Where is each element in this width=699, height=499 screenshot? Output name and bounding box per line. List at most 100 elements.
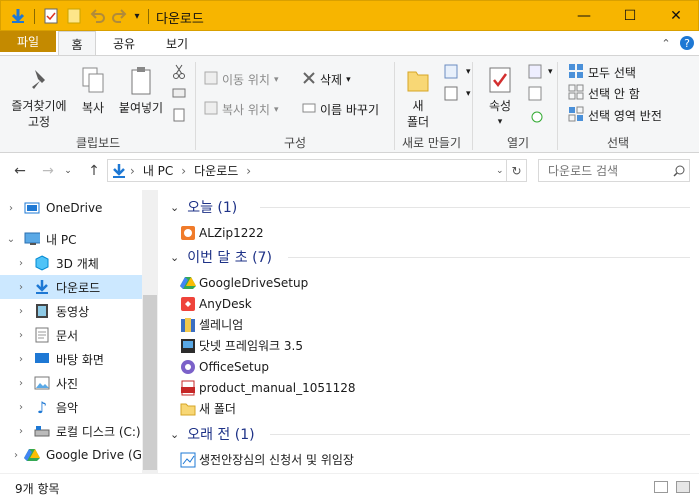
nav-item-music[interactable]: › ♪ 음악: [4, 395, 142, 419]
file-item[interactable]: GoogleDriveSetup: [180, 272, 308, 293]
breadcrumb-this-pc[interactable]: 내 PC: [143, 162, 173, 179]
file-item[interactable]: 닷넷 프레임워크 3.5: [180, 335, 303, 356]
new-folder-icon[interactable]: [64, 6, 84, 26]
address-bar[interactable]: › 내 PC › 다운로드 › ⌄ ↻: [107, 159, 527, 182]
edit-icon[interactable]: [528, 86, 544, 102]
invert-selection-label: 선택 영역 반전: [588, 109, 662, 123]
redo-icon[interactable]: [109, 6, 129, 26]
file-name: product_manual_1051128: [199, 380, 356, 395]
select-all-button[interactable]: 모두 선택: [568, 63, 636, 82]
copy-to-label: 복사 위치: [222, 103, 270, 117]
open-icon[interactable]: ▾: [528, 64, 553, 80]
download-icon: [112, 163, 126, 179]
title-bar: ▾ 다운로드 — ☐ ✕: [0, 0, 699, 31]
tab-file[interactable]: 파일: [0, 31, 56, 52]
music-icon: ♪: [36, 397, 48, 417]
paste-shortcut-icon[interactable]: [172, 108, 186, 122]
document-icon: [34, 327, 50, 343]
nav-item-google-drive[interactable]: › Google Drive (G:: [4, 443, 146, 467]
nav-item-pictures[interactable]: › 사진: [4, 371, 142, 395]
chevron-right-icon: ›: [19, 401, 23, 413]
nav-item-local-disk[interactable]: › 로컬 디스크 (C:): [4, 419, 142, 443]
group-header-long-ago[interactable]: ⌄ 오래 전 (1): [170, 423, 255, 445]
collapse-ribbon-icon[interactable]: ⌃: [658, 31, 674, 55]
properties-icon[interactable]: [41, 6, 61, 26]
folder-icon: [180, 401, 196, 417]
nav-item-3d-objects[interactable]: › 3D 개체: [4, 251, 142, 275]
chevron-down-icon: ⌄: [64, 166, 72, 176]
file-item[interactable]: 새 폴더: [180, 398, 236, 419]
move-to-label: 이동 위치: [222, 73, 270, 87]
nav-label: 다운로드: [56, 280, 101, 295]
properties-label: 속성: [488, 99, 512, 113]
properties-icon: [488, 66, 512, 98]
tab-home[interactable]: 홈: [58, 31, 96, 56]
move-to-button[interactable]: 이동 위치 ▾: [204, 71, 279, 88]
nav-item-documents[interactable]: › 문서: [4, 323, 142, 347]
nav-item-this-pc[interactable]: ⌄ 내 PC: [4, 227, 142, 251]
paste-label: 붙여넣기: [118, 101, 164, 115]
breadcrumb-downloads[interactable]: 다운로드: [194, 162, 238, 179]
file-item[interactable]: AnyDesk: [180, 293, 252, 314]
copy-to-button[interactable]: 복사 위치 ▾: [204, 101, 279, 118]
cut-icon[interactable]: [172, 64, 186, 80]
help-icon[interactable]: ?: [678, 31, 696, 55]
easy-access-icon[interactable]: ▾: [444, 86, 471, 102]
refresh-icon[interactable]: ↻: [506, 160, 526, 181]
delete-button[interactable]: 삭제 ▾: [302, 71, 351, 88]
paste-button[interactable]: 붙여넣기: [116, 66, 166, 116]
large-icons-view-icon[interactable]: [676, 481, 690, 493]
file-item[interactable]: 셀레니엄: [180, 314, 243, 335]
qat-dropdown-icon[interactable]: ▾: [129, 6, 145, 26]
up-button[interactable]: ↑: [84, 161, 104, 181]
nav-item-videos[interactable]: › 동영상: [4, 299, 142, 323]
address-dropdown-icon[interactable]: ⌄: [496, 166, 504, 176]
group-header-today[interactable]: ⌄ 오늘 (1): [170, 196, 237, 218]
nav-item-onedrive[interactable]: › OneDrive: [4, 196, 142, 220]
chevron-down-icon: ⌄: [6, 233, 16, 245]
office-icon: [180, 359, 196, 375]
select-group-label: 선택: [607, 136, 630, 150]
copy-button[interactable]: 복사: [78, 66, 108, 116]
select-none-button[interactable]: 선택 안 함: [568, 84, 640, 103]
group-divider: [260, 207, 690, 208]
file-item[interactable]: ALZip1222: [180, 222, 264, 243]
undo-icon[interactable]: [88, 6, 108, 26]
copy-path-icon[interactable]: [172, 86, 186, 100]
nav-label: 로컬 디스크 (C:): [56, 424, 141, 439]
rename-button[interactable]: 이름 바꾸기: [302, 101, 379, 118]
down-arrow-icon[interactable]: [7, 6, 29, 26]
tab-view[interactable]: 보기: [156, 31, 198, 55]
picture-icon: [34, 375, 50, 391]
search-box[interactable]: [538, 159, 690, 182]
chevron-down-icon: ▾: [346, 74, 351, 85]
new-item-icon[interactable]: ▾: [444, 64, 471, 80]
invert-selection-icon: [568, 106, 584, 125]
minimize-button[interactable]: —: [561, 1, 607, 31]
nav-scroll-thumb[interactable]: [143, 295, 157, 470]
ribbon-tabs: 파일 홈 공유 보기 ⌃ ?: [0, 31, 699, 56]
back-button[interactable]: ←: [10, 161, 30, 181]
qat-separator: [148, 9, 149, 24]
tab-share[interactable]: 공유: [104, 31, 144, 55]
maximize-button[interactable]: ☐: [607, 1, 653, 31]
file-item[interactable]: OfficeSetup: [180, 356, 269, 377]
search-input[interactable]: [548, 163, 673, 178]
details-view-icon[interactable]: [654, 481, 668, 493]
invert-selection-button[interactable]: 선택 영역 반전: [568, 106, 662, 125]
nav-item-desktop[interactable]: › 바탕 화면: [4, 347, 142, 371]
close-button[interactable]: ✕: [653, 1, 699, 31]
properties-button[interactable]: 속성 ▾: [480, 66, 520, 130]
cube-icon: [34, 255, 50, 271]
new-folder-button[interactable]: 새 폴더: [400, 66, 436, 130]
group-title: 오늘 (1): [187, 200, 238, 216]
file-item[interactable]: 생전안장심의 신청서 및 위임장: [180, 449, 354, 470]
address-row: ← → ⌄ ↑ › 내 PC › 다운로드 › ⌄ ↻: [0, 153, 699, 189]
file-item[interactable]: product_manual_1051128: [180, 377, 356, 398]
recent-locations-button[interactable]: ⌄: [62, 161, 74, 181]
group-header-earlier-this-month[interactable]: ⌄ 이번 달 초 (7): [170, 246, 272, 268]
forward-button[interactable]: →: [38, 161, 58, 181]
nav-item-downloads[interactable]: › 다운로드: [0, 275, 142, 299]
pin-quick-access-button[interactable]: 즐겨찾기에 고정: [6, 66, 72, 130]
history-icon[interactable]: [528, 108, 544, 124]
